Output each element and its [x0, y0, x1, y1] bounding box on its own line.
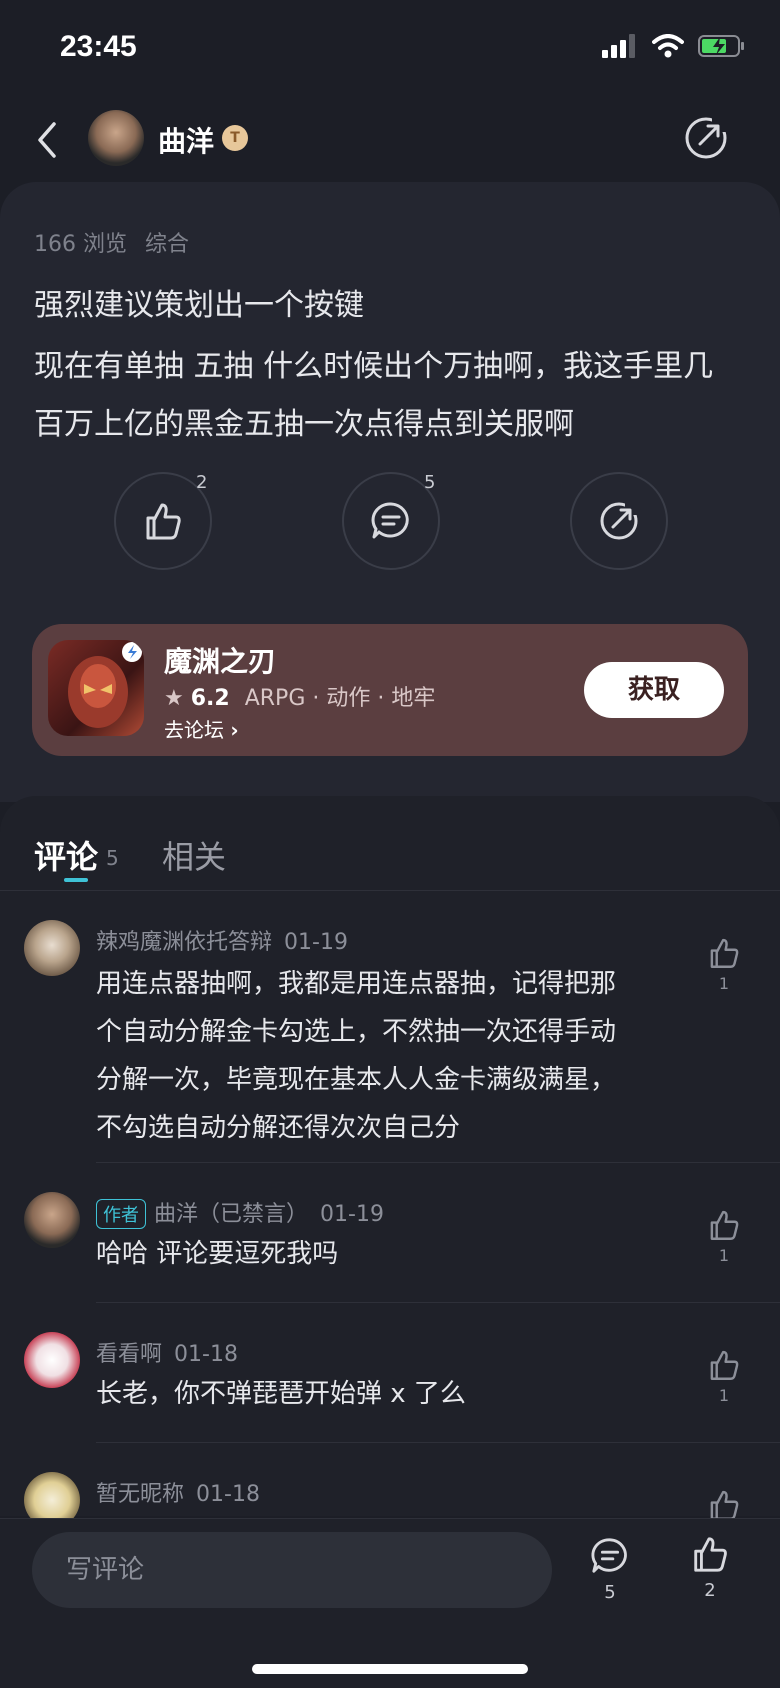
comment-count: 5: [424, 472, 436, 493]
comment-author: 作者 曲洋（已禁言） 01-19: [96, 1196, 384, 1229]
post-body: 现在有单抽 五抽 什么时候出个万抽啊，我这手里几 百万上亿的黑金五抽一次点得点到…: [34, 338, 754, 454]
comment-text: 长老，你不弹琵琶开始弹 x 了么: [96, 1370, 666, 1418]
wifi-icon: [652, 34, 684, 58]
comment-like-count: 1: [718, 974, 730, 993]
share-icon: [600, 500, 640, 540]
like-icon: [146, 503, 181, 540]
game-rating: 6.2: [190, 686, 230, 711]
comment-date: 01-18: [174, 1342, 238, 1367]
bottom-comment-button[interactable]: 5: [580, 1536, 640, 1603]
like-icon: [710, 1350, 739, 1380]
bottom-like-button[interactable]: 2: [680, 1534, 740, 1601]
status-time: 23:45: [60, 30, 137, 63]
author-tag: 作者: [96, 1199, 146, 1229]
post-meta: 166 浏览 综合: [34, 226, 207, 258]
forum-link-label: 去论坛: [164, 718, 224, 742]
game-tags: ARPG · 动作 · 地牢: [244, 686, 436, 711]
post-body-line: 百万上亿的黑金五抽一次点得点到关服啊: [34, 407, 574, 442]
comment-avatar[interactable]: [24, 1332, 80, 1388]
comment-input[interactable]: 写评论: [32, 1532, 552, 1608]
post-body-line: 现在有单抽 五抽 什么时候出个万抽啊，我这手里几: [34, 349, 714, 384]
comment-date: 01-18: [196, 1482, 260, 1507]
tab-comments-count: 5: [106, 846, 119, 870]
game-icon[interactable]: [48, 640, 144, 736]
comment-author: 暂无昵称 01-18: [96, 1476, 260, 1508]
comment-line: 不勾选自动分解还得次次自己分: [96, 1113, 461, 1143]
chevron-right-icon: ›: [230, 718, 239, 742]
comment-line: 分解一次，毕竟现在基本人人金卡满级满星，: [96, 1065, 617, 1095]
comment-author: 看看啊 01-18: [96, 1336, 238, 1368]
comment-line: 长老，你不弹琵琶开始弹 x 了么: [96, 1379, 466, 1409]
view-count: 166 浏览: [34, 232, 127, 257]
star-icon: ★: [164, 686, 184, 711]
home-indicator[interactable]: [252, 1664, 528, 1674]
comment-like-button[interactable]: 1: [704, 1208, 744, 1265]
like-count: 2: [196, 472, 208, 493]
tab-indicator: [64, 878, 88, 882]
comment-date: 01-19: [320, 1202, 384, 1227]
bottom-comment-count: 5: [604, 1582, 616, 1603]
comment-author-name[interactable]: 看看啊: [96, 1342, 162, 1367]
comment-like-count: 1: [718, 1246, 730, 1265]
comment-icon: [371, 502, 409, 539]
signal-icon: [602, 34, 635, 58]
battery-icon: [698, 35, 744, 57]
status-icons: [602, 34, 746, 58]
post-title: 强烈建议策划出一个按键: [34, 288, 364, 323]
game-art-icon: [68, 642, 142, 728]
author-badge: T: [222, 125, 248, 151]
comment-avatar[interactable]: [24, 920, 80, 976]
comment-author-name[interactable]: 曲洋（已禁言）: [154, 1202, 308, 1227]
comment-text: 用连点器抽啊，我都是用连点器抽，记得把那 个自动分解金卡勾选上，不然抽一次还得手…: [96, 960, 666, 1152]
comment-author: 辣鸡魔渊依托答辩 01-19: [96, 924, 348, 956]
forum-link[interactable]: 去论坛 ›: [164, 714, 239, 743]
author-name[interactable]: 曲洋: [158, 120, 214, 160]
comment-line: 哈哈 评论要逗死我吗: [96, 1239, 339, 1269]
share-icon[interactable]: [684, 116, 728, 160]
like-icon: [694, 1537, 727, 1572]
author-avatar[interactable]: [88, 110, 144, 166]
comment-like-count: 1: [718, 1386, 730, 1405]
comment-icon: [591, 1538, 627, 1573]
share-button[interactable]: [570, 472, 668, 570]
like-icon: [710, 938, 739, 968]
comment-date: 01-19: [284, 930, 348, 955]
like-icon: [710, 1210, 739, 1240]
comment-divider: [96, 1162, 780, 1163]
comment-like-button[interactable]: 1: [704, 1348, 744, 1405]
like-icon: [710, 1490, 739, 1520]
post-category[interactable]: 综合: [145, 232, 189, 257]
tab-related[interactable]: 相关: [162, 832, 226, 878]
comment-text: 哈哈 评论要逗死我吗: [96, 1230, 666, 1278]
comment-like-button[interactable]: 1: [704, 936, 744, 993]
comment-button[interactable]: 5: [342, 472, 440, 570]
tabs-divider: [0, 890, 780, 891]
game-rating-row: ★ 6.2 ARPG · 动作 · 地牢: [164, 680, 435, 712]
comment-author-name[interactable]: 暂无昵称: [96, 1482, 184, 1507]
like-button[interactable]: 2: [114, 472, 212, 570]
comment-line: 用连点器抽啊，我都是用连点器抽，记得把那: [96, 969, 617, 999]
comment-avatar[interactable]: [24, 1192, 80, 1248]
bottom-like-count: 2: [704, 1580, 716, 1601]
back-icon[interactable]: [30, 118, 64, 162]
comment-divider: [96, 1302, 780, 1303]
comment-author-name[interactable]: 辣鸡魔渊依托答辩: [96, 930, 272, 955]
comment-divider: [96, 1442, 780, 1443]
comment-line: 个自动分解金卡勾选上，不然抽一次还得手动: [96, 1017, 617, 1047]
bottom-divider: [0, 1518, 780, 1519]
tab-comments[interactable]: 评论: [34, 832, 98, 878]
game-name: 魔渊之刃: [164, 645, 277, 678]
get-button[interactable]: 获取: [584, 662, 724, 718]
